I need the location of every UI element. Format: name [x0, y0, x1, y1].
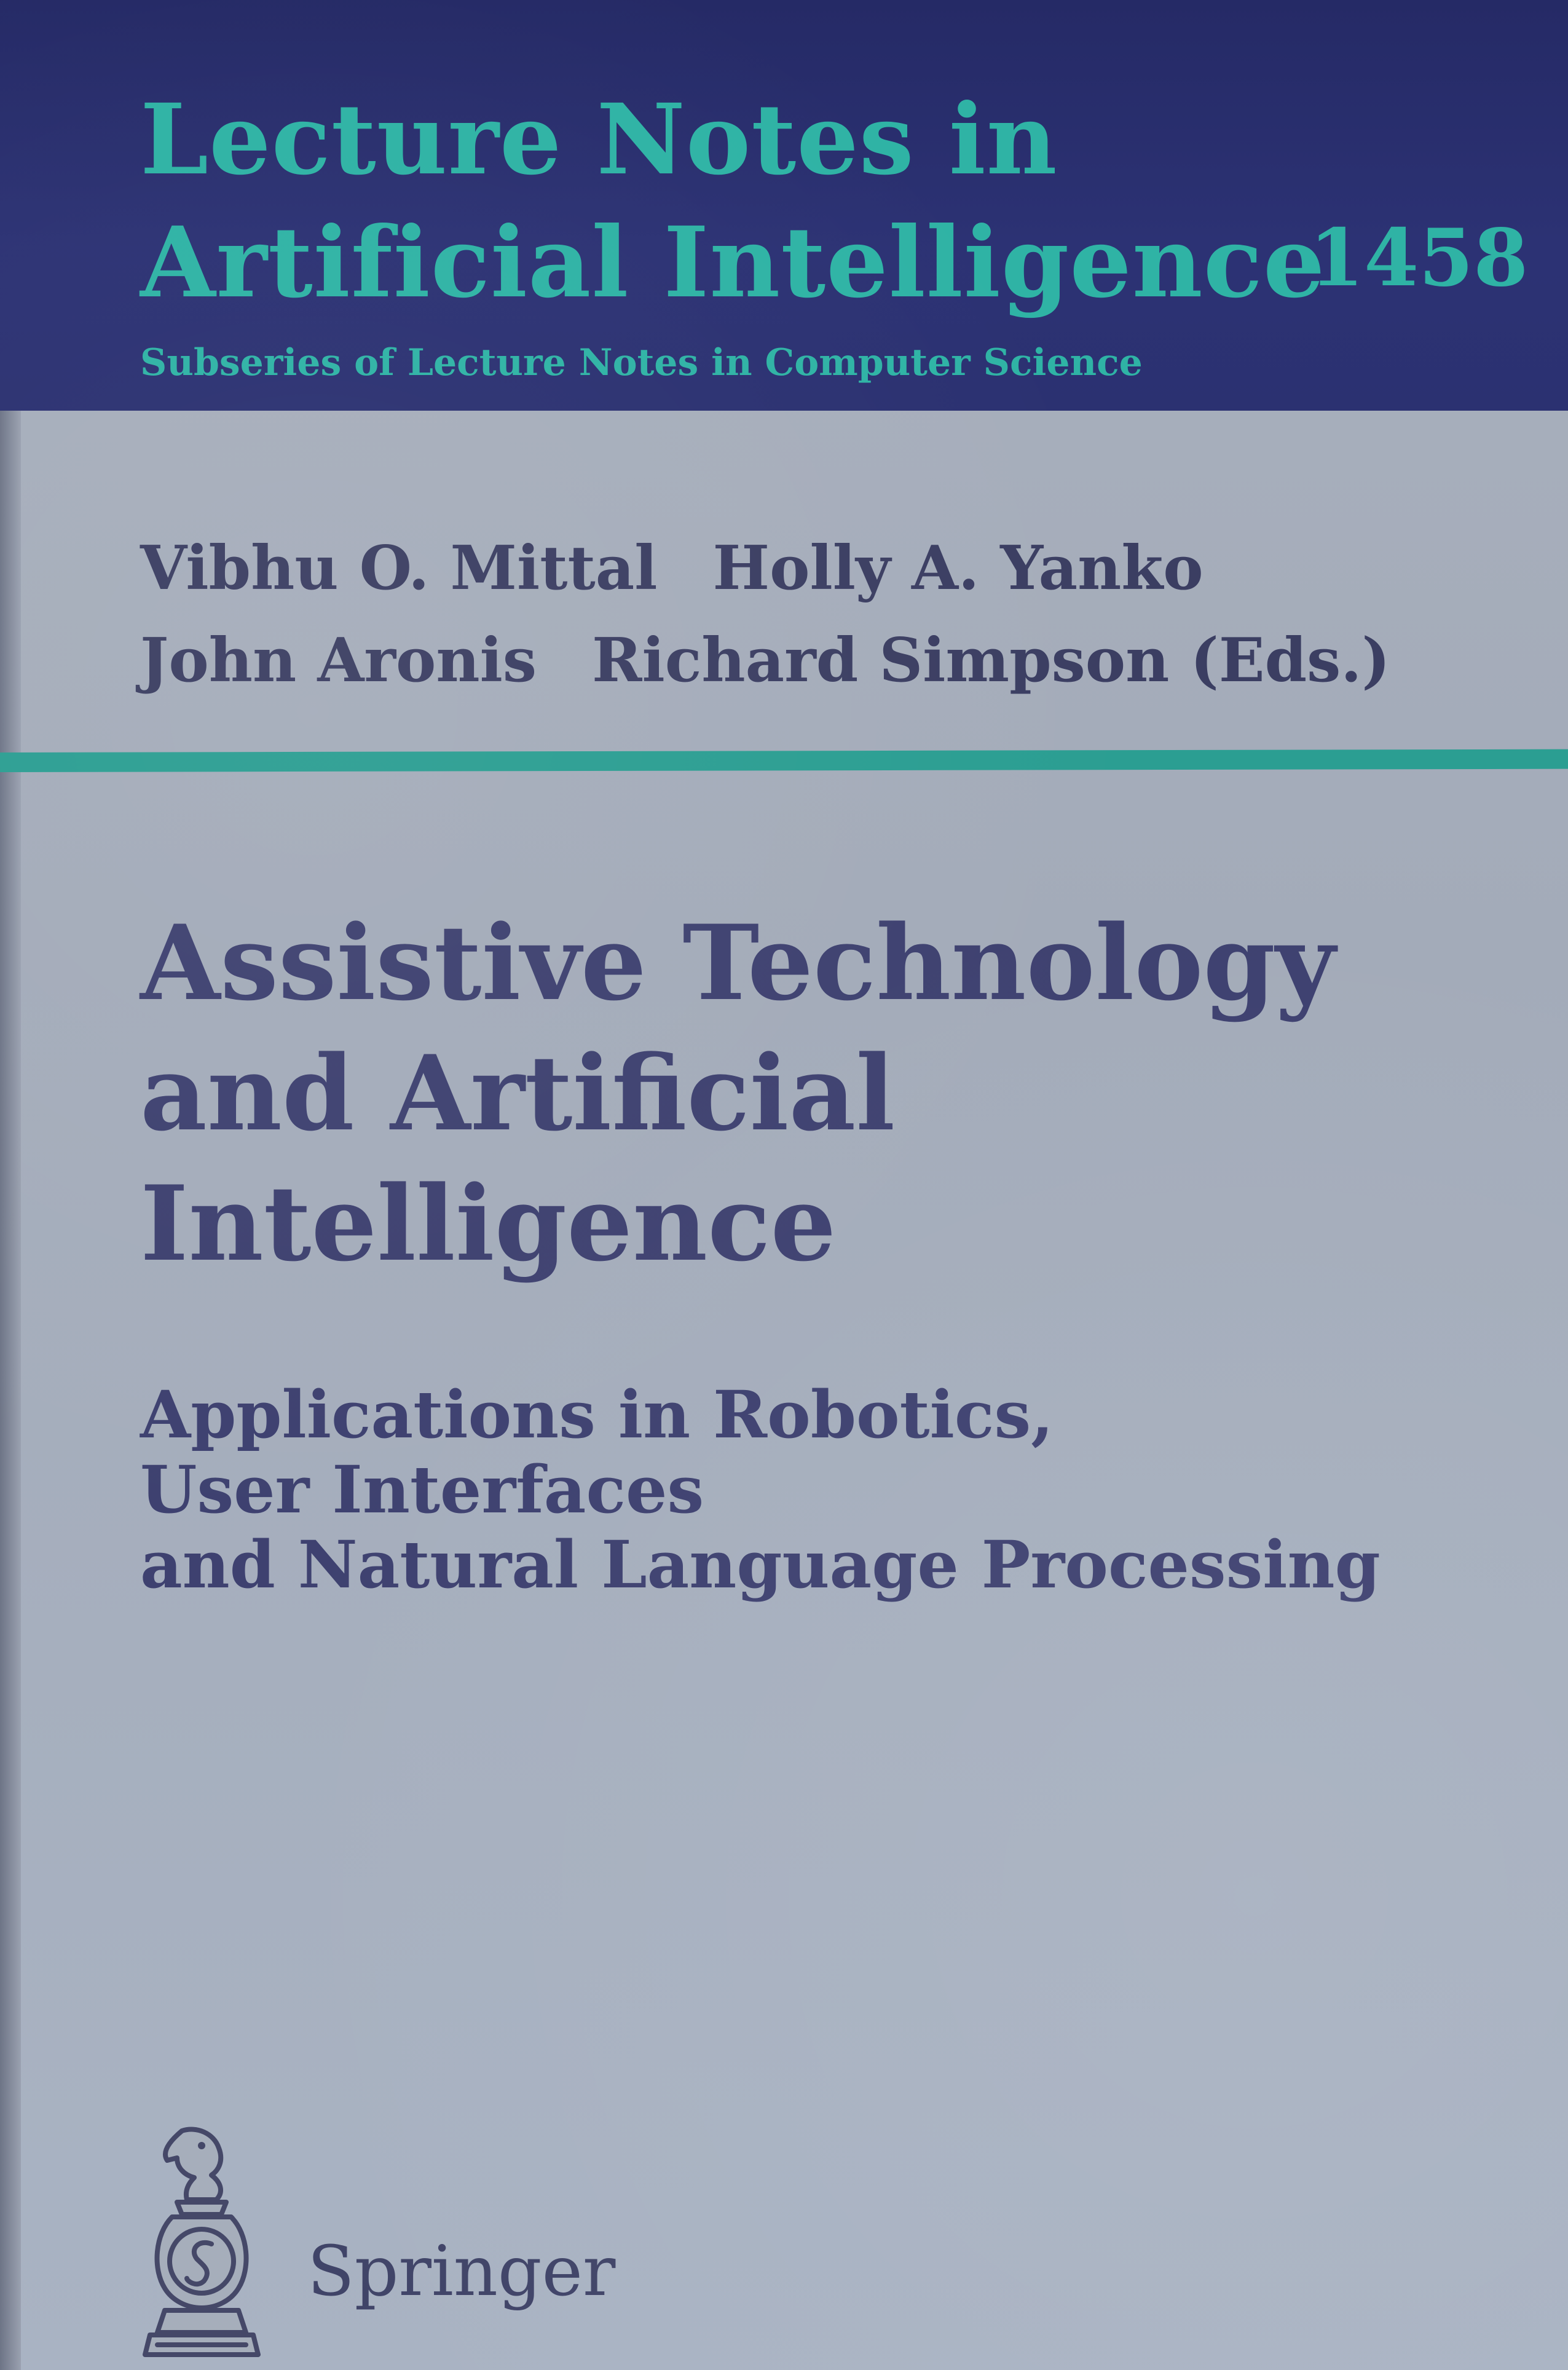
book-title: Assistive Technology and Artificial Inte…	[140, 898, 1336, 1289]
editors-row-1: Vibhu O. Mittal Holly A. Yanko	[140, 523, 1390, 615]
editor-name: Richard Simpson	[592, 625, 1170, 696]
publisher-block: Springer	[123, 2121, 676, 2367]
series-title: Lecture Notes in Artificial Intelligence	[140, 79, 1325, 325]
editor-name: Holly A. Yanko	[712, 533, 1204, 604]
book-cover: Lecture Notes in Artificial Intelligence…	[0, 0, 1568, 2370]
series-title-line2: Artificial Intelligence	[140, 206, 1326, 320]
book-title-line2: and Artificial	[140, 1032, 896, 1154]
book-subtitle-line1: Applications in Robotics,	[140, 1376, 1054, 1453]
series-title-line1: Lecture Notes in	[140, 83, 1058, 197]
book-subtitle-line3: and Natural Language Processing	[140, 1526, 1381, 1603]
springer-chess-knight-icon	[143, 2127, 261, 2357]
teal-divider-rule	[0, 749, 1568, 772]
editors-block: Vibhu O. Mittal Holly A. Yanko John Aroni…	[140, 523, 1390, 707]
editors-row-2: John Aronis Richard Simpson (Eds.)	[140, 615, 1390, 707]
series-header-band: Lecture Notes in Artificial Intelligence…	[0, 0, 1568, 411]
book-title-line3: Intelligence	[140, 1163, 837, 1284]
book-subtitle-line2: User Interfaces	[140, 1451, 704, 1528]
book-subtitle: Applications in Robotics, User Interface…	[140, 1377, 1381, 1602]
publisher-name: Springer	[307, 2232, 616, 2312]
book-title-line1: Assistive Technology	[140, 902, 1336, 1024]
volume-number: 1458	[1309, 212, 1529, 304]
subseries-label: Subseries of Lecture Notes in Computer S…	[140, 341, 1143, 384]
editor-name: John Aronis	[140, 625, 537, 696]
editor-name: Vibhu O. Mittal	[140, 533, 658, 604]
editors-suffix: (Eds.)	[1190, 625, 1390, 696]
